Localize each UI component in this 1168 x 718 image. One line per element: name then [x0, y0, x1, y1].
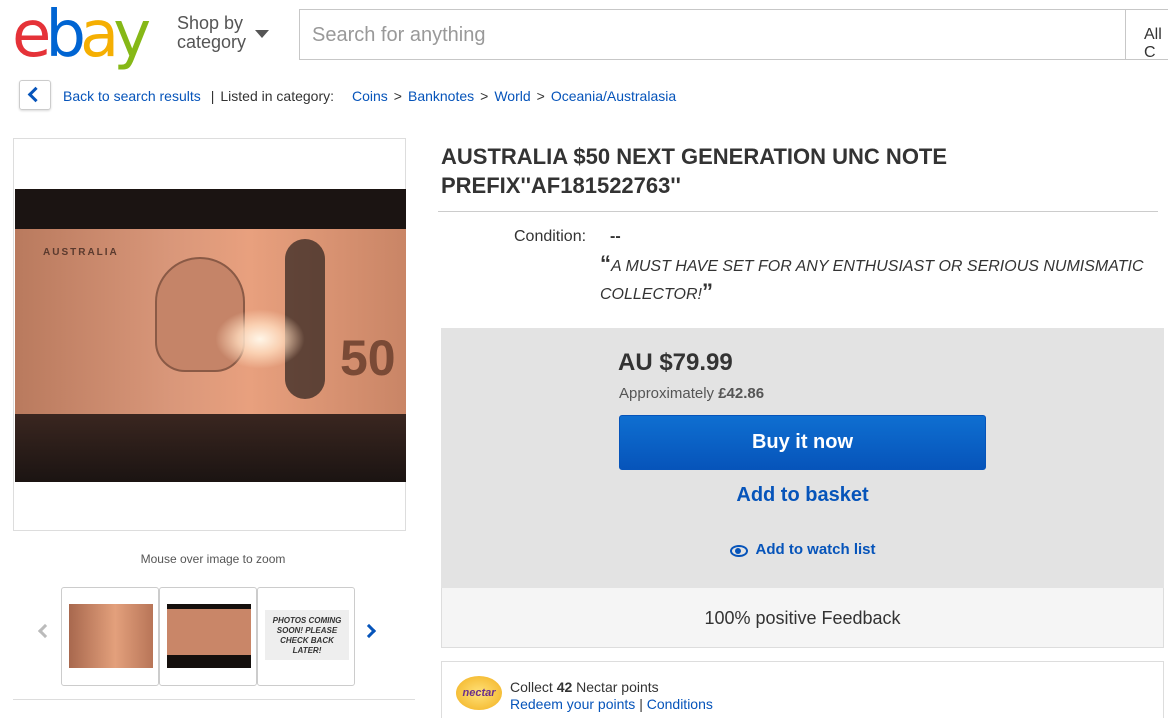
thumbnail-2[interactable] — [159, 587, 257, 686]
condition-value: -- — [610, 228, 621, 245]
thumbnail-next-icon[interactable] — [361, 623, 377, 639]
quote-open: “ — [600, 251, 611, 276]
item-price: AU $79.99 — [618, 349, 733, 376]
category-select[interactable]: All C — [1125, 9, 1168, 61]
add-to-basket-button[interactable]: Add to basket — [619, 484, 986, 507]
approx-value: £42.86 — [718, 385, 765, 402]
breadcrumb-separator: > — [480, 88, 489, 104]
logo-letter-e: e — [12, 0, 51, 72]
back-button[interactable] — [19, 80, 51, 110]
watchlist-label: Add to watch list — [755, 541, 876, 558]
redeem-points-link[interactable]: Redeem your points — [510, 696, 635, 712]
ebay-logo[interactable]: ebay — [12, 2, 168, 68]
nectar-logo: nectar — [456, 676, 502, 710]
zoom-hint: Mouse over image to zoom — [140, 552, 286, 566]
eye-icon — [729, 545, 748, 557]
note-country-text: AUSTRALIA — [43, 247, 119, 258]
nectar-points: 42 — [556, 679, 573, 695]
nectar-links: Redeem your points | Conditions — [510, 696, 713, 712]
condition-label: Condition: — [514, 228, 587, 245]
seller-quote: “A MUST HAVE SET FOR ANY ENTHUSIAST OR S… — [600, 251, 1168, 307]
breadcrumb-divider: | — [210, 88, 215, 104]
conditions-link[interactable]: Conditions — [647, 696, 713, 712]
breadcrumb-separator: > — [536, 88, 545, 104]
buy-it-now-button[interactable]: Buy it now — [619, 415, 986, 470]
breadcrumb-separator: > — [393, 88, 402, 104]
quote-close: ” — [701, 279, 713, 304]
seller-feedback: 100% positive Feedback — [441, 588, 1164, 648]
logo-letter-a: a — [80, 0, 119, 72]
approx-label: Approximately — [619, 385, 715, 402]
logo-letter-y: y — [113, 0, 151, 72]
light-flare — [215, 309, 305, 369]
thumbnail-1[interactable] — [61, 587, 159, 686]
quote-text: A MUST HAVE SET FOR ANY ENTHUSIAST OR SE… — [600, 258, 1144, 303]
main-image-panel[interactable]: AUSTRALIA 50 — [13, 138, 406, 531]
thumbnail-prev-icon[interactable] — [37, 623, 53, 639]
shop-by-label: Shop by — [177, 13, 244, 33]
banknote-image[interactable]: AUSTRALIA 50 — [15, 189, 406, 482]
breadcrumb-banknotes[interactable]: Banknotes — [408, 88, 474, 104]
chevron-down-icon — [255, 30, 269, 38]
item-title: AUSTRALIA $50 NEXT GENERATION UNC NOTE P… — [441, 144, 948, 198]
nectar-panel: nectar Collect 42 Nectar points Redeem y… — [441, 661, 1164, 718]
back-to-search-link[interactable]: Back to search results — [63, 88, 201, 104]
nectar-collect-text: Collect 42 Nectar points — [510, 679, 659, 695]
shop-by-category-button[interactable]: Shop by category — [177, 14, 287, 52]
breadcrumb-coins[interactable]: Coins — [352, 88, 388, 104]
category-label: category — [177, 32, 247, 52]
logo-letter-b: b — [45, 0, 86, 72]
add-to-watchlist-button[interactable]: Add to watch list — [619, 541, 986, 558]
search-input[interactable]: Search for anything — [299, 9, 1125, 60]
thumbnail-3[interactable]: PHOTOS COMING SOON! PLEASE CHECK BACK LA… — [257, 587, 355, 686]
breadcrumb-world[interactable]: World — [494, 88, 530, 104]
photos-coming-soon-image: PHOTOS COMING SOON! PLEASE CHECK BACK LA… — [265, 610, 349, 660]
note-value: 50 — [340, 330, 396, 386]
approx-price: Approximately £42.86 — [619, 385, 764, 402]
listed-in-label: Listed in category: — [220, 88, 334, 104]
breadcrumb: Back to search results | Listed in categor… — [63, 88, 676, 104]
breadcrumb-oceania[interactable]: Oceania/Australasia — [551, 88, 676, 104]
chevron-left-icon — [27, 86, 44, 103]
